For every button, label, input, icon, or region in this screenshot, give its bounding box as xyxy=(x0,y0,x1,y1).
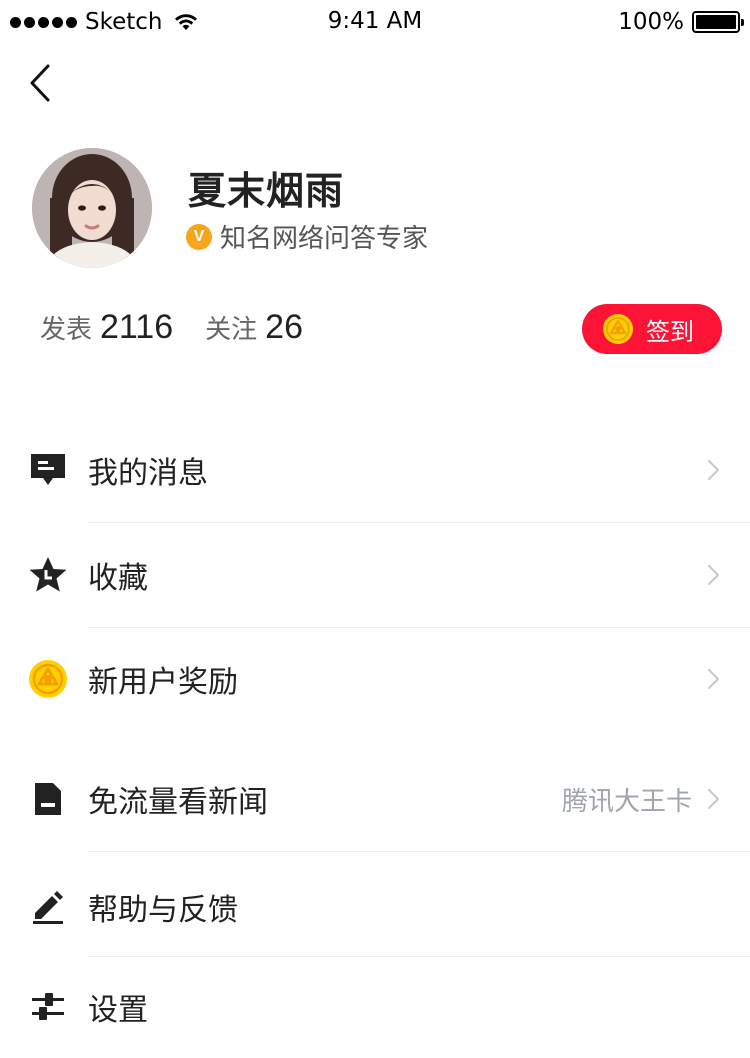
menu-item-new-user-rewards[interactable]: 新用户奖励 xyxy=(0,634,750,724)
menu-item-help-feedback[interactable]: 帮助与反馈 xyxy=(0,862,750,952)
menu-item-label: 收藏 xyxy=(88,561,148,596)
menu-item-label: 免流量看新闻 xyxy=(88,785,268,820)
chevron-right-icon xyxy=(708,565,719,585)
user-title: 知名网络问答专家 xyxy=(220,224,429,254)
menu-item-favorites[interactable]: 收藏 xyxy=(0,530,750,620)
verified-badge-icon: V xyxy=(186,223,212,250)
menu-item-label: 新用户奖励 xyxy=(88,665,238,700)
sim-card-icon xyxy=(28,779,68,819)
chevron-right-icon xyxy=(708,460,719,480)
divider xyxy=(88,956,750,957)
avatar[interactable] xyxy=(32,148,152,268)
menu-item-label: 设置 xyxy=(88,993,148,1028)
username: 夏末烟雨 xyxy=(188,169,345,213)
edit-icon xyxy=(28,887,68,927)
following-label: 关注 xyxy=(205,315,258,345)
divider xyxy=(88,522,750,523)
status-right: 100% xyxy=(618,8,744,36)
posts-label: 发表 xyxy=(40,315,93,345)
menu-item-data-free-news[interactable]: 免流量看新闻 腾讯大王卡 xyxy=(0,754,750,844)
star-icon xyxy=(28,555,68,595)
checkin-label: 签到 xyxy=(646,317,694,346)
following-count[interactable]: 26 xyxy=(265,308,303,347)
battery-percentage: 100% xyxy=(618,9,684,35)
chevron-right-icon xyxy=(708,789,719,809)
divider xyxy=(88,627,750,628)
checkin-button[interactable]: 签到 xyxy=(582,304,722,354)
verified-title: V 知名网络问答专家 xyxy=(186,218,428,255)
coin-icon xyxy=(603,314,633,344)
message-icon xyxy=(28,450,68,490)
menu-item-messages[interactable]: 我的消息 xyxy=(0,425,750,515)
chevron-right-icon xyxy=(708,669,719,689)
settings-sliders-icon xyxy=(28,987,68,1027)
coin-icon xyxy=(28,659,68,699)
avatar-portrait-icon xyxy=(32,148,152,268)
status-bar: Sketch 9:41 AM 100% xyxy=(0,0,750,44)
posts-count[interactable]: 2116 xyxy=(100,308,173,347)
back-arrow-icon xyxy=(30,64,50,102)
user-stats: 发表 2116 关注 26 xyxy=(40,308,335,347)
menu-item-settings[interactable]: 设置 xyxy=(0,962,750,1052)
menu-item-label: 帮助与反馈 xyxy=(88,893,238,928)
back-button[interactable] xyxy=(22,62,62,106)
menu-item-value: 腾讯大王卡 xyxy=(561,786,692,817)
battery-icon xyxy=(692,11,744,33)
menu-item-label: 我的消息 xyxy=(88,456,208,491)
divider xyxy=(88,851,750,852)
